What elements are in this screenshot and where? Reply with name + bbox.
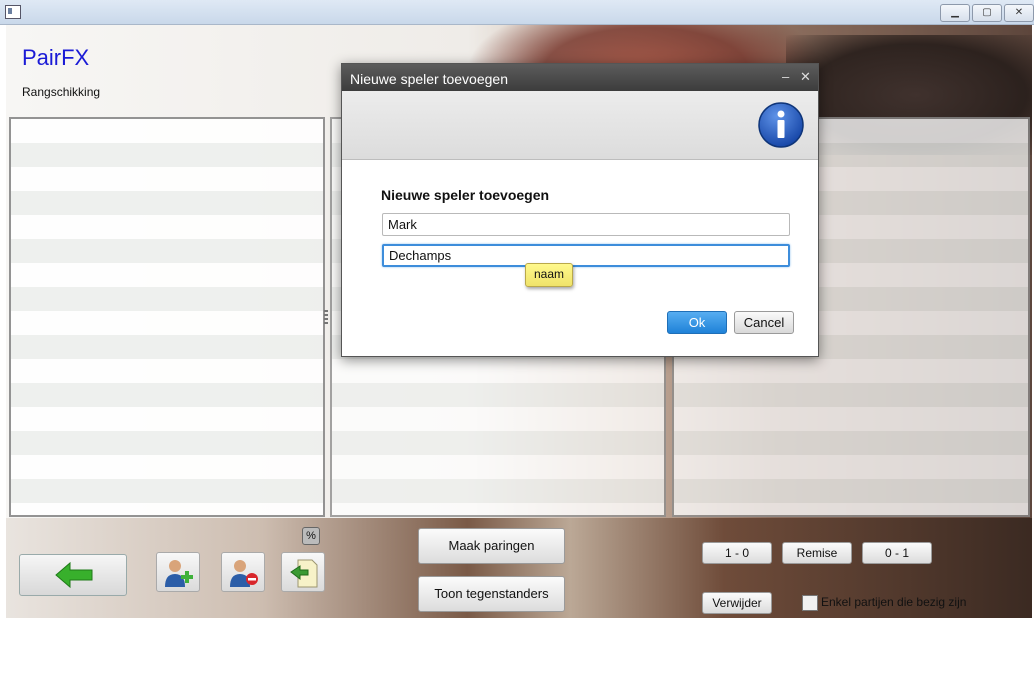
- result-black-wins-button[interactable]: 0 - 1: [862, 542, 932, 564]
- maximize-button[interactable]: ▢: [972, 4, 1002, 22]
- remove-user-icon: [230, 560, 258, 587]
- dialog-close-icon[interactable]: ✕: [800, 69, 811, 85]
- app-brand: PairFX: [22, 45, 90, 70]
- only-active-games-label: Enkel partijen die bezig zijn: [821, 595, 967, 609]
- export-button[interactable]: [281, 552, 325, 592]
- app-window-icon[interactable]: [5, 5, 21, 19]
- ranking-list-panel[interactable]: [9, 117, 325, 517]
- minimize-button[interactable]: ▁: [940, 4, 970, 22]
- dialog-header: [342, 91, 818, 160]
- remove-player-button[interactable]: [221, 552, 265, 592]
- dialog-body-title: Nieuwe speler toevoegen: [381, 187, 550, 203]
- dialog-title: Nieuwe speler toevoegen: [350, 71, 508, 87]
- dialog-minimize-icon[interactable]: ‒: [782, 69, 789, 84]
- make-pairings-button[interactable]: Maak paringen: [418, 528, 565, 564]
- only-active-games-checkbox[interactable]: [802, 595, 818, 611]
- last-name-field[interactable]: [382, 244, 790, 267]
- add-user-icon: [165, 560, 193, 587]
- back-button[interactable]: [19, 554, 127, 596]
- name-tooltip: naam: [525, 263, 573, 287]
- dialog-titlebar[interactable]: Nieuwe speler toevoegen ‒ ✕: [342, 64, 818, 91]
- add-player-button[interactable]: [156, 552, 200, 592]
- info-icon: [758, 102, 804, 148]
- percent-badge: %: [302, 527, 320, 545]
- ok-button[interactable]: Ok: [667, 311, 727, 334]
- delete-button[interactable]: Verwijder: [702, 592, 772, 614]
- add-player-dialog: Nieuwe speler toevoegen ‒ ✕ Nieuwe spele…: [341, 63, 819, 357]
- back-arrow-icon: [55, 561, 93, 589]
- window-titlebar: ▁ ▢ ✕: [0, 0, 1034, 25]
- panel-splitter[interactable]: [324, 310, 328, 324]
- close-button[interactable]: ✕: [1004, 4, 1034, 22]
- result-draw-button[interactable]: Remise: [782, 542, 852, 564]
- result-white-wins-button[interactable]: 1 - 0: [702, 542, 772, 564]
- show-opponents-button[interactable]: Toon tegenstanders: [418, 576, 565, 612]
- export-document-icon: [290, 559, 318, 588]
- first-name-field[interactable]: [382, 213, 790, 236]
- section-title: Rangschikking: [22, 85, 101, 99]
- cancel-button[interactable]: Cancel: [734, 311, 794, 334]
